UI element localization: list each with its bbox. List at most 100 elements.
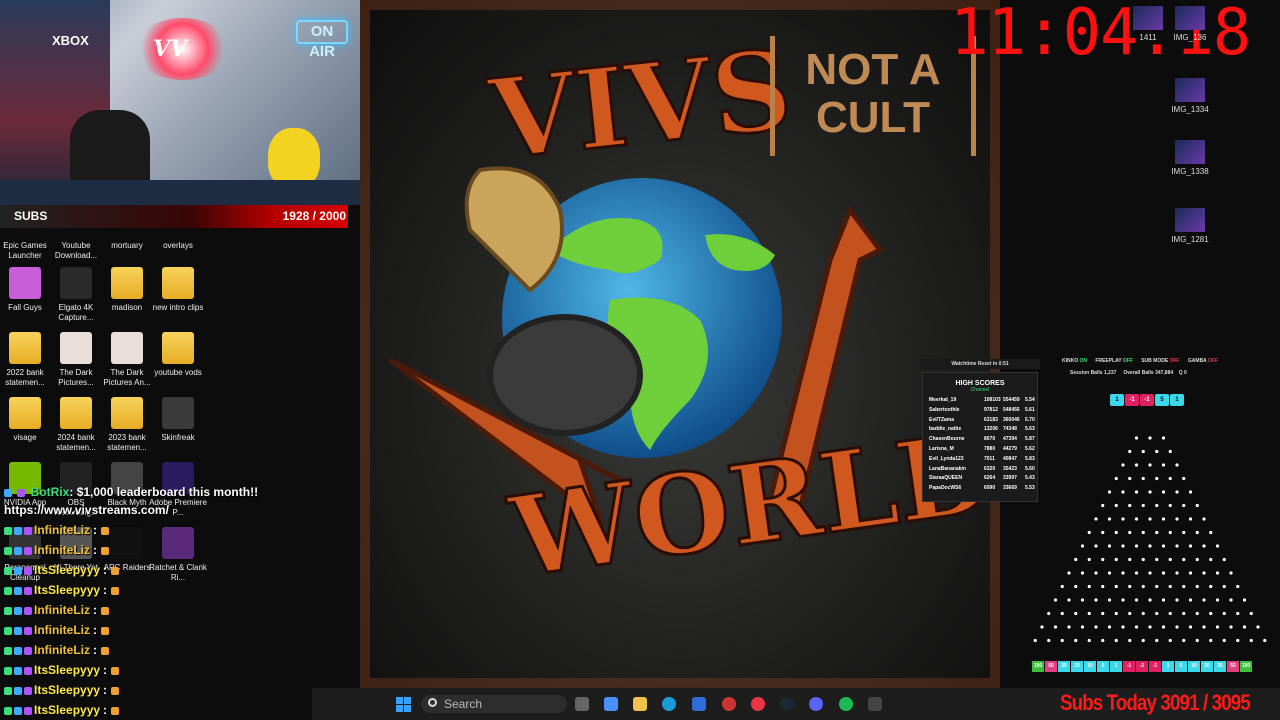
image-thumbnail-icon (1175, 6, 1205, 30)
app-icon[interactable] (722, 697, 736, 711)
plinko-peg (1168, 584, 1172, 589)
emote-icon (101, 626, 109, 635)
plush-toy (268, 128, 320, 188)
desktop-icon[interactable]: youtube vods (148, 332, 208, 378)
plinko-peg (1236, 584, 1240, 589)
chat-separator: : (103, 703, 108, 717)
plinko-peg (1182, 557, 1186, 562)
plinko-peg (1060, 638, 1064, 643)
discord-icon[interactable] (809, 697, 823, 711)
plinko-peg (1094, 571, 1098, 575)
plinko-peg (1101, 557, 1105, 562)
score-row: Evil_Lynda123 7011 40847 5.83 (923, 456, 1037, 466)
desktop-image-file[interactable]: IMG_1281 (1160, 208, 1220, 244)
plinko-peg (1141, 476, 1145, 481)
desktop-icon[interactable]: overlays (148, 205, 208, 251)
desktop-icon[interactable]: Ratchet & Clank Ri... (148, 527, 208, 583)
score-b: 554459 (1003, 397, 1020, 403)
start-icon[interactable] (396, 697, 411, 712)
plinko-slot: 20 (1071, 661, 1083, 672)
score-name: PapaDocWS6 (929, 485, 962, 492)
badge-icon (14, 586, 22, 595)
score-c: 5.61 (1025, 406, 1035, 413)
watchtime-reset: Watchtime Reset in 0:51 (920, 359, 1040, 369)
file-label: 1411 (1139, 33, 1157, 42)
high-scores-title: HIGH SCORES (955, 380, 1005, 387)
score-row: Larisna_M 7880 44279 5.62 (923, 446, 1037, 456)
plinko-peg (1080, 598, 1085, 602)
score-a: 63183 (984, 416, 998, 423)
score-name: EvilTZama (929, 416, 955, 423)
chat-separator: : (93, 623, 97, 637)
plinko-peg (1141, 503, 1145, 508)
plinko-peg (1060, 584, 1064, 589)
plinko-peg (1155, 584, 1159, 589)
plinko-peg (1188, 571, 1193, 575)
badge-icon (17, 488, 26, 497)
desktop-image-file[interactable]: IMG_1334 (1160, 78, 1220, 114)
spotify-icon[interactable] (839, 697, 853, 711)
plinko-peg (1148, 598, 1152, 602)
emote-icon (111, 566, 120, 575)
webcam-feed: VV XBOX ON AIR (0, 0, 360, 205)
plinko-peg (1222, 611, 1226, 616)
plinko-peg (1047, 611, 1051, 616)
steam-icon[interactable] (780, 697, 794, 711)
plinko-peg (1188, 625, 1193, 629)
plinko-peg (1182, 638, 1186, 643)
badge-icon (24, 566, 32, 575)
desktop-icon[interactable]: new intro clips (148, 267, 208, 313)
score-b: 33669 (1003, 485, 1017, 492)
plinko-peg (1202, 571, 1206, 575)
plinko-peg (1121, 544, 1125, 548)
plinko-peg (1215, 625, 1220, 629)
app-icon (60, 267, 92, 299)
copilot-icon[interactable] (604, 697, 618, 711)
plinko-peg (1222, 638, 1226, 643)
score-b: 548456 (1003, 406, 1020, 413)
plinko-peg (1236, 638, 1240, 643)
plinko-peg (1134, 625, 1139, 629)
plinko-peg (1067, 571, 1071, 575)
plinko-peg (1121, 463, 1125, 467)
plinko-peg (1155, 503, 1159, 508)
plinko-peg (1168, 611, 1172, 616)
desktop-image-file[interactable]: IMG_1338 (1160, 140, 1220, 176)
edge-icon[interactable] (662, 697, 676, 711)
app-icon (162, 397, 194, 429)
multiplier-pill: -1 (1140, 394, 1154, 406)
chat-message: ItsSleepyyy: (4, 663, 121, 677)
plinko-peg (1053, 625, 1058, 629)
emote-icon (101, 646, 109, 655)
score-a: 8070 (984, 436, 996, 443)
chat-message: BotRix: $1,000 leaderboard this month!! (4, 485, 258, 499)
app-icon (111, 527, 143, 559)
plinko-peg (1128, 503, 1132, 508)
score-b: 47394 (1003, 436, 1017, 443)
emote-icon (111, 686, 120, 695)
terminal-icon[interactable] (868, 697, 882, 711)
desktop-icon[interactable]: Skinfreak (148, 397, 208, 443)
subs-today-counter: Subs Today 3091 / 3095 (1060, 690, 1251, 715)
emote-icon (111, 706, 120, 715)
desktop-image-file[interactable]: IMG_136 (1160, 6, 1220, 42)
chrome-icon[interactable] (751, 697, 765, 711)
task-view-icon[interactable] (575, 697, 589, 711)
score-name: Meerkat_19 (929, 397, 957, 403)
plinko-peg (1222, 584, 1226, 589)
webcam-desk (0, 180, 360, 205)
plinko-peg (1155, 611, 1159, 616)
taskbar-search[interactable]: Search (421, 695, 567, 713)
plinko-peg (1148, 517, 1152, 521)
store-icon[interactable] (692, 697, 706, 711)
score-row: ChasenBourne 8070 47394 5.87 (923, 436, 1037, 446)
file-explorer-icon[interactable] (633, 697, 647, 711)
plinko-peg (1175, 598, 1179, 602)
plinko-peg (1101, 503, 1105, 508)
neon-sign: VV (135, 18, 230, 80)
plinko-peg (1148, 625, 1152, 629)
plinko-peg (1121, 490, 1125, 494)
plinko-peg (1175, 625, 1179, 629)
badge-icon (4, 706, 12, 715)
plinko-peg (1155, 638, 1159, 643)
